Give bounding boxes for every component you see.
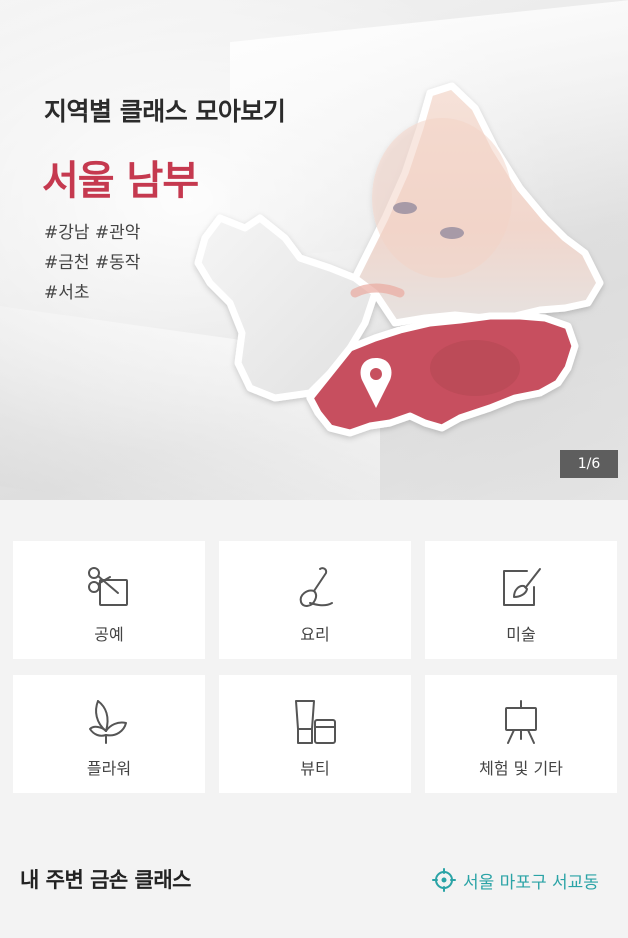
flower-leaf-icon: [84, 697, 134, 747]
easel-icon: [496, 697, 546, 747]
banner-title: 서울 남부: [42, 158, 199, 204]
nearby-section-title: 내 주변 금손 클래스: [20, 868, 192, 892]
banner-tag-line: #서초: [44, 283, 90, 303]
category-experience-etc[interactable]: 체험 및 기타: [425, 675, 617, 793]
category-grid: 공예 요리 미술 플라워 뷰티 체험 및 기타: [13, 541, 617, 793]
category-flower[interactable]: 플라워: [13, 675, 205, 793]
category-beauty[interactable]: 뷰티: [219, 675, 411, 793]
category-label: 요리: [300, 625, 330, 644]
category-label: 체험 및 기타: [479, 759, 563, 778]
banner-tags: #강남 #관악 #금천 #동작 #서초: [44, 218, 140, 308]
beauty-cosmetics-icon: [290, 697, 340, 747]
category-label: 플라워: [86, 759, 132, 778]
banner-tag-line: #강남 #관악: [44, 223, 141, 243]
craft-scissors-icon: [84, 563, 134, 613]
region-banner[interactable]: 지역별 클래스 모아보기 서울 남부 #강남 #관악 #금천 #동작 #서초 1…: [0, 0, 628, 500]
banner-page-indicator: 1/6: [560, 450, 618, 478]
category-label: 미술: [506, 625, 536, 644]
category-label: 뷰티: [300, 759, 330, 778]
art-brush-icon: [496, 563, 546, 613]
category-art[interactable]: 미술: [425, 541, 617, 659]
category-cooking[interactable]: 요리: [219, 541, 411, 659]
seoul-map-illustration: [190, 78, 620, 468]
gps-target-icon: [432, 868, 456, 892]
current-location-button[interactable]: 서울 마포구 서교동: [432, 866, 599, 894]
banner-tag-line: #금천 #동작: [44, 253, 141, 273]
cooking-spatula-icon: [290, 563, 340, 613]
category-craft[interactable]: 공예: [13, 541, 205, 659]
current-location-text: 서울 마포구 서교동: [463, 872, 599, 893]
category-label: 공예: [94, 625, 124, 644]
